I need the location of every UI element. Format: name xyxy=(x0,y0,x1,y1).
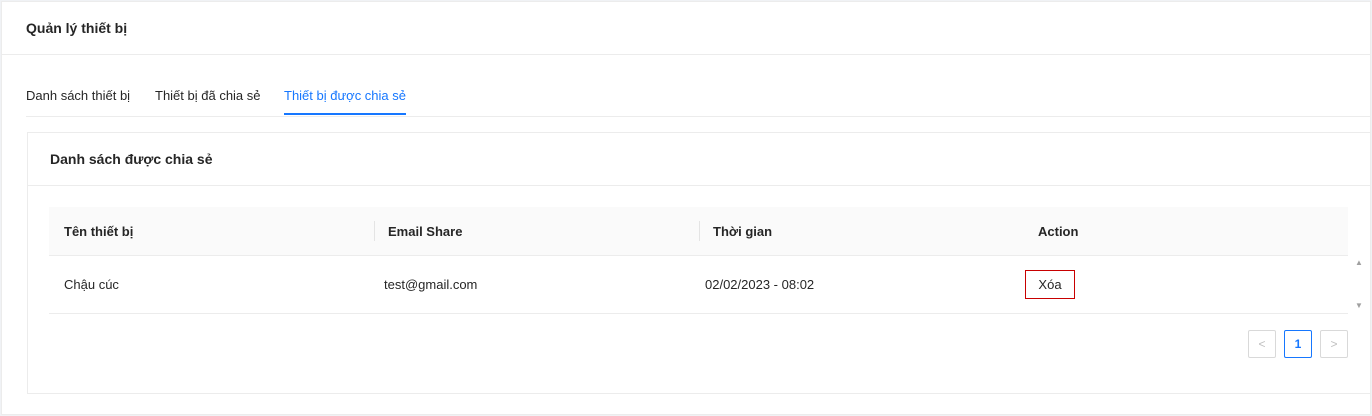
tab-device-list[interactable]: Danh sách thiết bị xyxy=(26,88,130,113)
scroll-up-icon[interactable]: ▲ xyxy=(1353,258,1365,268)
column-action: Action xyxy=(1038,224,1079,239)
page-1-button[interactable]: 1 xyxy=(1284,330,1312,358)
column-device-name: Tên thiết bị xyxy=(64,224,134,239)
table-header: Tên thiết bị Email Share Thời gian Actio… xyxy=(49,207,1348,256)
cell-time: 02/02/2023 - 08:02 xyxy=(705,277,815,292)
table-row: Chậu cúc test@gmail.com 02/02/2023 - 08:… xyxy=(49,256,1363,314)
shared-list-panel: Danh sách được chia sẻ Tên thiết bị Emai… xyxy=(27,132,1371,394)
cell-device-name: Chậu cúc xyxy=(64,277,119,292)
tab-bar: Danh sách thiết bị Thiết bị đã chia sẻ T… xyxy=(26,82,1370,117)
column-divider xyxy=(699,221,700,241)
delete-button[interactable]: Xóa xyxy=(1025,270,1075,299)
panel-title: Danh sách được chia sẻ xyxy=(50,151,213,167)
prev-page-button[interactable]: < xyxy=(1248,330,1276,358)
column-time: Thời gian xyxy=(713,224,773,239)
next-page-button[interactable]: > xyxy=(1320,330,1348,358)
cell-email: test@gmail.com xyxy=(384,277,478,292)
column-divider xyxy=(374,221,375,241)
device-management-card: Quản lý thiết bị Danh sách thiết bị Thiế… xyxy=(1,1,1371,415)
panel-header: Danh sách được chia sẻ xyxy=(28,133,1370,186)
page-title: Quản lý thiết bị xyxy=(26,20,128,36)
card-header: Quản lý thiết bị xyxy=(2,2,1370,55)
shared-devices-table: Tên thiết bị Email Share Thời gian Actio… xyxy=(49,207,1363,314)
scroll-down-icon[interactable]: ▼ xyxy=(1353,301,1365,311)
tab-shared-devices[interactable]: Thiết bị đã chia sẻ xyxy=(155,88,261,113)
column-email-share: Email Share xyxy=(388,224,463,239)
tab-received-devices[interactable]: Thiết bị được chia sẻ xyxy=(284,88,407,115)
